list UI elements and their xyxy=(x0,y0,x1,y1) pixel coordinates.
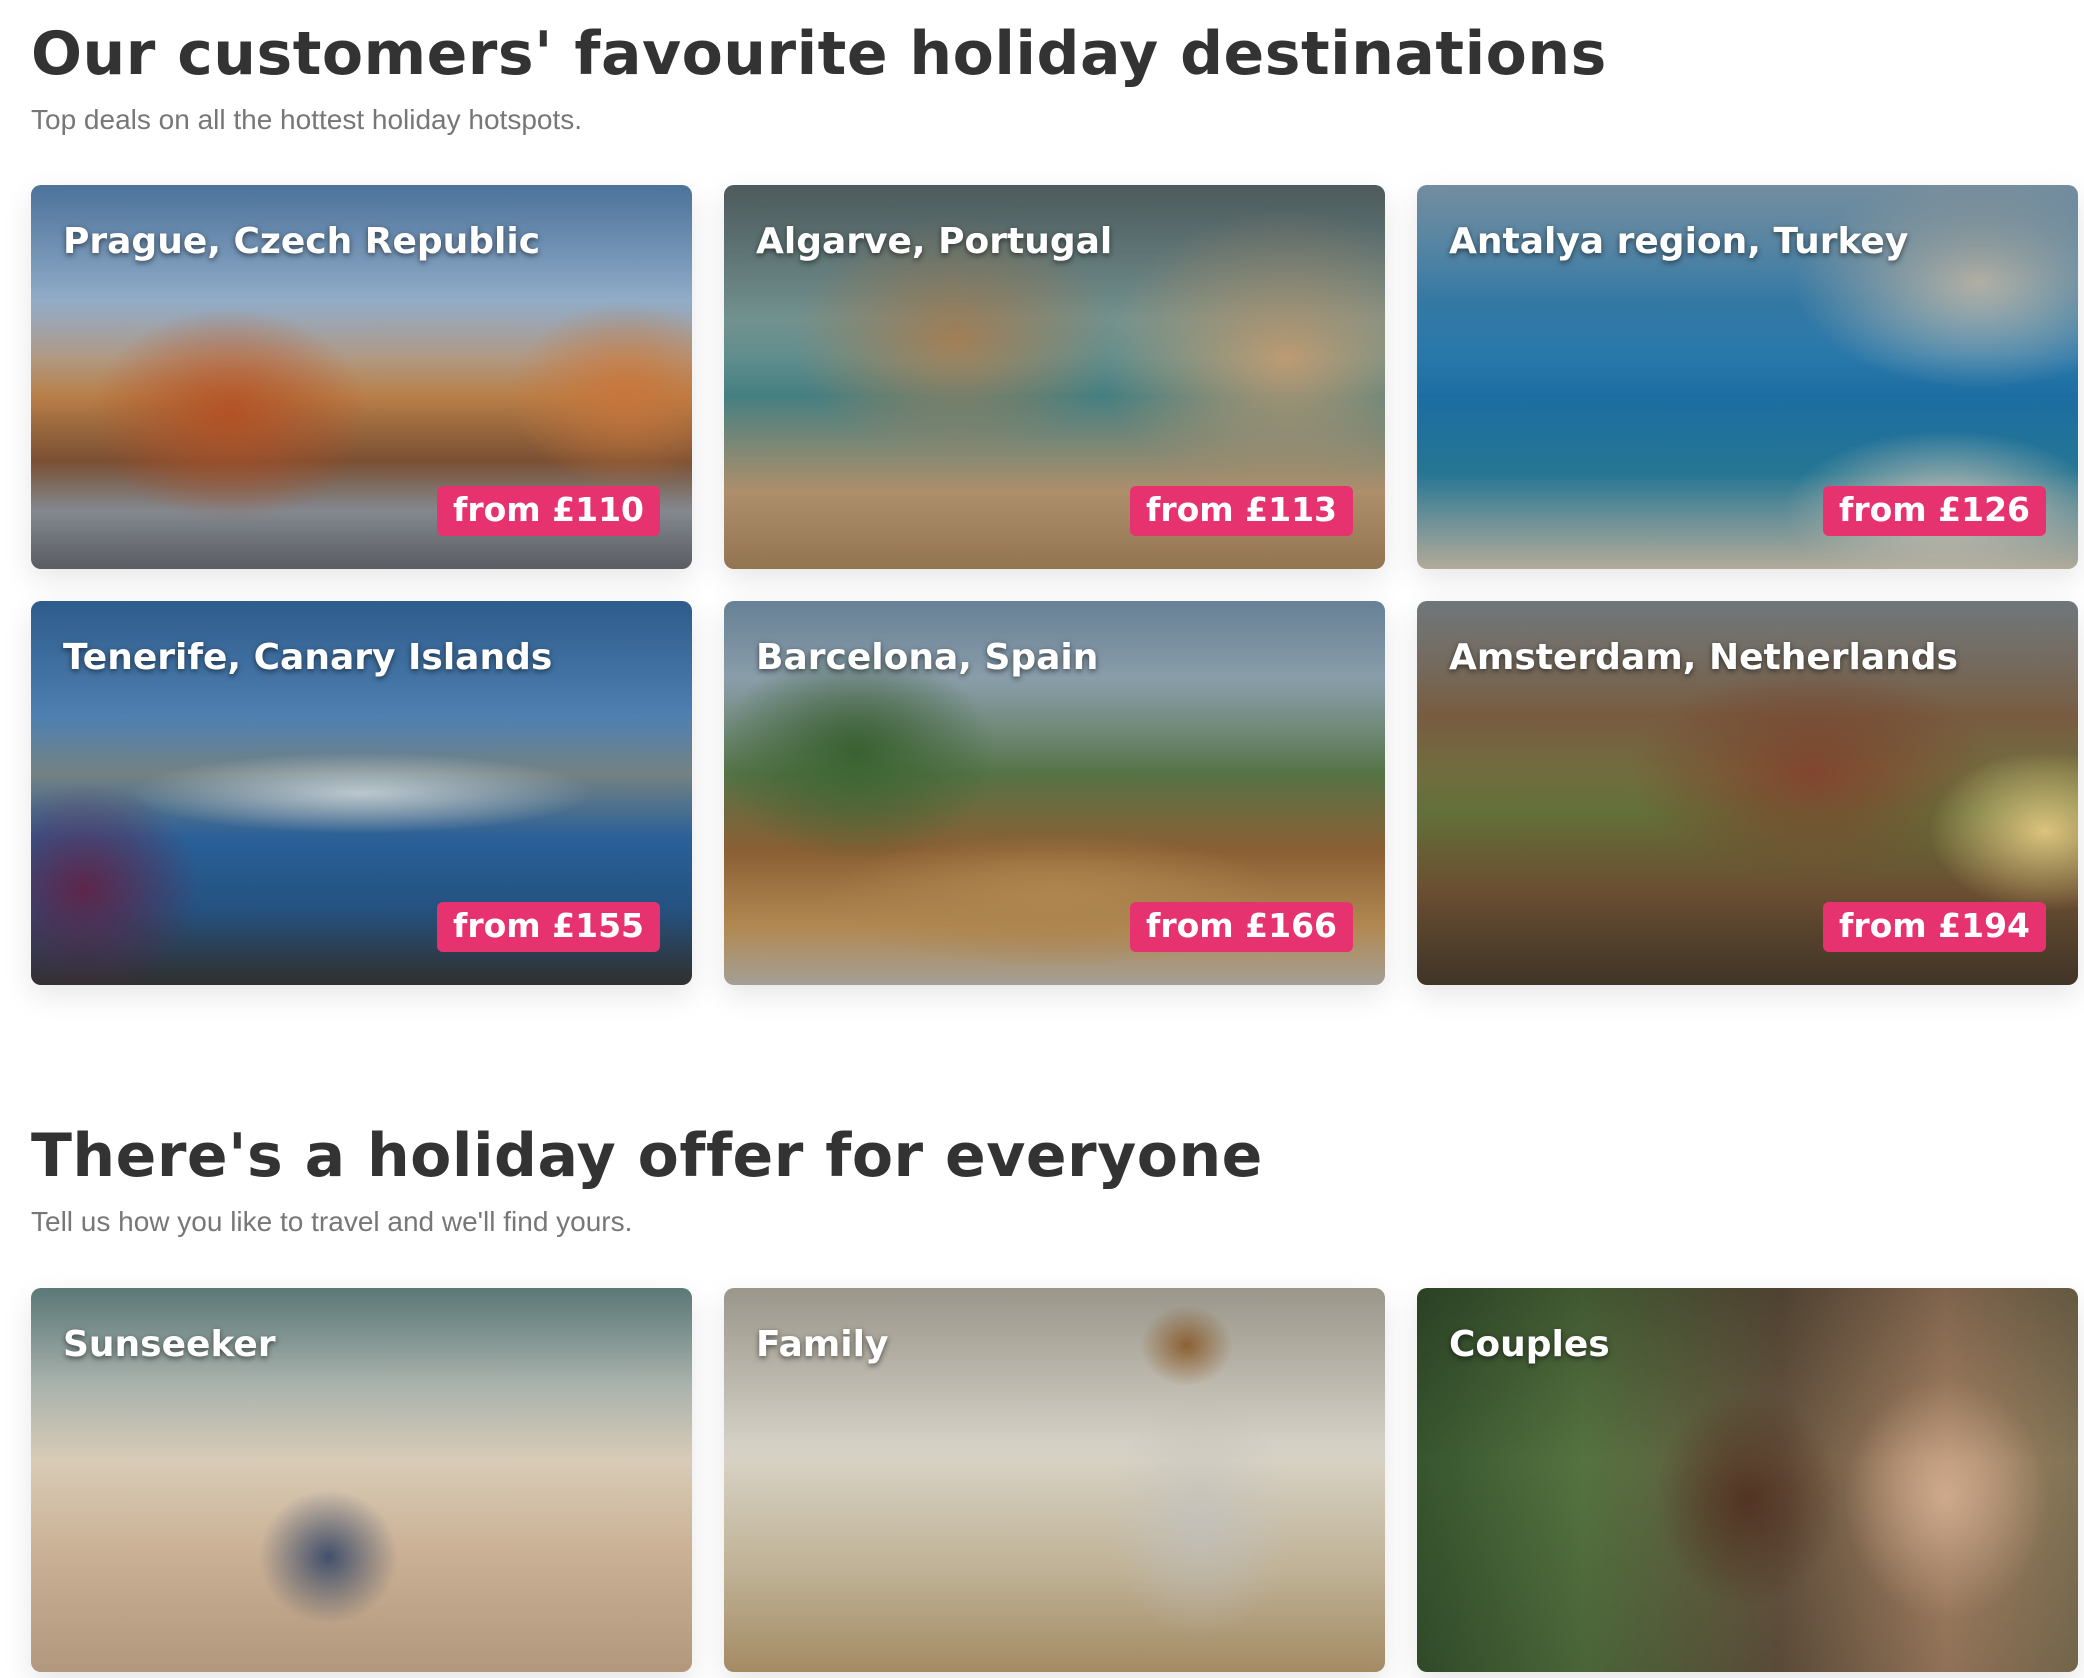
price-badge: from £166 xyxy=(1129,902,1353,952)
destination-card-barcelona[interactable]: Barcelona, Spain from £166 xyxy=(724,601,1385,985)
offers-heading: There's a holiday offer for everyone xyxy=(31,1121,1263,1191)
price-badge: from £110 xyxy=(436,486,660,536)
offer-name: Couples xyxy=(1449,1324,1610,1365)
destinations-section: Our customers' favourite holiday destina… xyxy=(31,14,2084,985)
price-badge: from £126 xyxy=(1822,486,2046,536)
destination-card-tenerife[interactable]: Tenerife, Canary Islands from £155 xyxy=(31,601,692,985)
offer-card-sunseeker[interactable]: Sunseeker xyxy=(31,1288,692,1672)
offers-subtitle: Tell us how you like to travel and we'll… xyxy=(31,1206,633,1237)
price-badge: from £155 xyxy=(436,902,660,952)
destination-name: Antalya region, Turkey xyxy=(1449,221,1909,262)
destination-card-algarve[interactable]: Algarve, Portugal from £113 xyxy=(724,185,1385,569)
price-badge: from £194 xyxy=(1822,902,2046,952)
destinations-grid: Prague, Czech Republic from £110 Algarve… xyxy=(31,185,2078,985)
destination-name: Prague, Czech Republic xyxy=(63,221,541,262)
price-badge: from £113 xyxy=(1129,486,1353,536)
destination-name: Tenerife, Canary Islands xyxy=(63,637,553,678)
destinations-subtitle: Top deals on all the hottest holiday hot… xyxy=(31,104,583,135)
destination-card-prague[interactable]: Prague, Czech Republic from £110 xyxy=(31,185,692,569)
destination-card-antalya[interactable]: Antalya region, Turkey from £126 xyxy=(1417,185,2078,569)
offer-name: Family xyxy=(756,1324,889,1365)
destination-name: Barcelona, Spain xyxy=(756,637,1099,678)
offers-grid: Sunseeker Family Couples xyxy=(31,1288,2078,1672)
destination-name: Amsterdam, Netherlands xyxy=(1449,637,1958,678)
offer-name: Sunseeker xyxy=(63,1324,276,1365)
offer-card-family[interactable]: Family xyxy=(724,1288,1385,1672)
destination-card-amsterdam[interactable]: Amsterdam, Netherlands from £194 xyxy=(1417,601,2078,985)
destinations-heading: Our customers' favourite holiday destina… xyxy=(31,19,1607,89)
destination-name: Algarve, Portugal xyxy=(756,221,1113,262)
offers-section: There's a holiday offer for everyone Tel… xyxy=(31,1116,2084,1672)
offer-card-couples[interactable]: Couples xyxy=(1417,1288,2078,1672)
